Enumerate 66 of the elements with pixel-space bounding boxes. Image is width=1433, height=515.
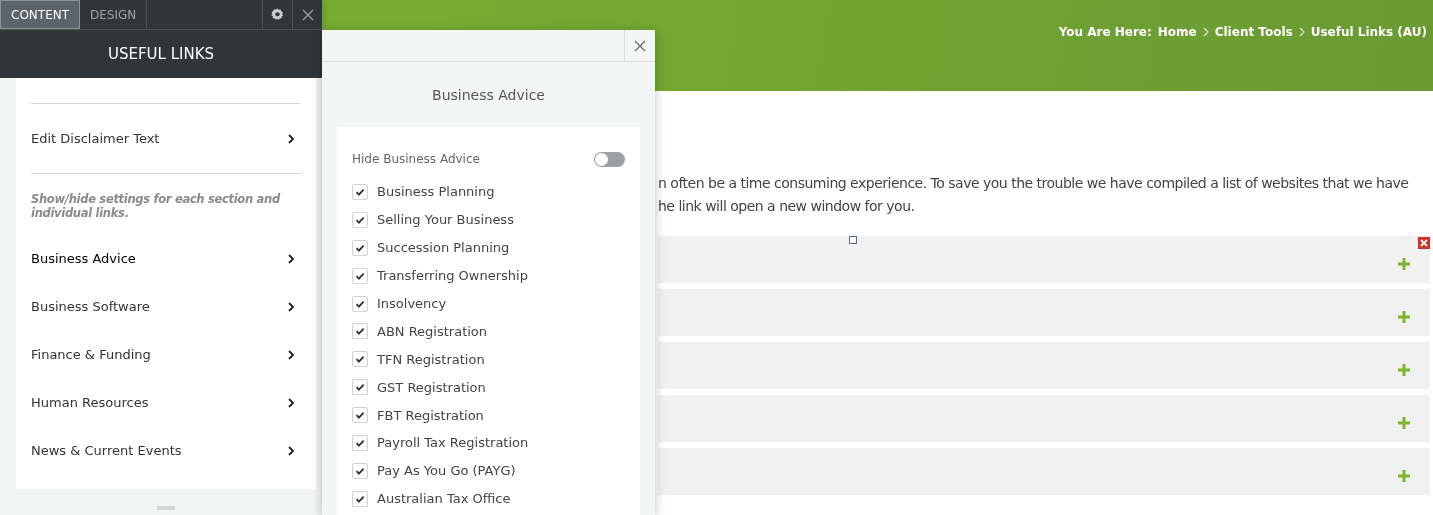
checkbox-label: Transferring Ownership xyxy=(377,268,528,284)
popup-title: Business Advice xyxy=(431,87,546,105)
check-icon xyxy=(355,298,365,309)
toggle-label: Hide Business Advice xyxy=(352,152,480,166)
chevron-icon xyxy=(1298,27,1305,37)
checkbox[interactable] xyxy=(352,267,368,284)
checkbox[interactable] xyxy=(352,183,368,200)
chevron-icon xyxy=(288,253,294,264)
checkbox-label: Selling Your Business xyxy=(377,212,514,228)
menu-item[interactable]: Edit Disclaimer Text xyxy=(31,129,301,148)
checkbox-label: Business Planning xyxy=(377,184,495,200)
hint-text: Show/hide settings for each section and individual links. xyxy=(31,192,282,220)
check-icon xyxy=(355,382,365,393)
checkbox[interactable] xyxy=(352,323,368,340)
checkbox-label: GST Registration xyxy=(377,379,486,395)
resize-handle[interactable] xyxy=(849,236,857,244)
check-icon xyxy=(355,186,365,197)
chevron-icon xyxy=(288,301,294,312)
close-icon xyxy=(301,8,314,21)
checkbox-label: Pay As You Go (PAYG) xyxy=(377,463,516,479)
checkbox[interactable] xyxy=(352,211,368,228)
chevron-icon xyxy=(288,133,294,144)
checkbox-label: Succession Planning xyxy=(377,240,510,256)
chevron-icon xyxy=(1202,27,1209,37)
checkbox[interactable] xyxy=(352,379,368,396)
check-icon xyxy=(355,214,365,225)
intro-text: he link will open a new window for you. xyxy=(658,197,916,216)
chevron-icon xyxy=(288,349,294,360)
tab[interactable]: DESIGN xyxy=(80,0,148,29)
checkbox[interactable] xyxy=(352,434,368,451)
toggle-switch[interactable] xyxy=(594,151,625,167)
intro-text: n often be a time consuming experience. To save you the trouble we have compiled a list of websites that we have xyxy=(658,174,1410,193)
check-icon xyxy=(355,242,365,253)
menu-item[interactable]: Business Advice xyxy=(31,249,301,268)
checkbox-label: FBT Registration xyxy=(377,407,484,423)
breadcrumb-label: You Are Here: xyxy=(1058,25,1152,39)
menu-item[interactable]: News & Current Events xyxy=(31,441,301,460)
checkbox-label: Insolvency xyxy=(377,296,447,311)
check-icon xyxy=(355,270,365,281)
check-icon xyxy=(355,410,365,421)
close-icon[interactable] xyxy=(1418,237,1430,249)
check-icon xyxy=(355,465,365,476)
check-icon xyxy=(355,354,365,365)
chevron-icon xyxy=(288,445,294,456)
checkbox-label: TFN Registration xyxy=(377,351,485,367)
chevron-icon xyxy=(288,397,294,408)
checkbox-label: Australian Tax Office xyxy=(377,491,511,507)
checkbox[interactable] xyxy=(352,490,368,507)
checkbox-label: ABN Registration xyxy=(377,323,488,339)
checkbox[interactable] xyxy=(352,239,368,256)
checkbox[interactable] xyxy=(352,351,368,368)
check-icon xyxy=(355,493,365,504)
checkbox[interactable] xyxy=(352,462,368,479)
close-icon xyxy=(634,39,646,52)
menu-item[interactable]: Business Software xyxy=(31,297,301,316)
panel-title: USEFUL LINKS xyxy=(0,30,322,78)
check-icon xyxy=(355,437,365,448)
drag-handle[interactable] xyxy=(157,506,175,510)
tab[interactable]: CONTENT xyxy=(0,0,81,29)
checkbox[interactable] xyxy=(352,407,368,424)
checkbox[interactable] xyxy=(352,295,368,312)
settings-icon xyxy=(270,7,285,22)
checkbox-label: Payroll Tax Registration xyxy=(377,435,529,451)
menu-item[interactable]: Human Resources xyxy=(31,393,301,412)
check-icon xyxy=(355,326,365,337)
menu-item[interactable]: Finance & Funding xyxy=(31,345,301,364)
